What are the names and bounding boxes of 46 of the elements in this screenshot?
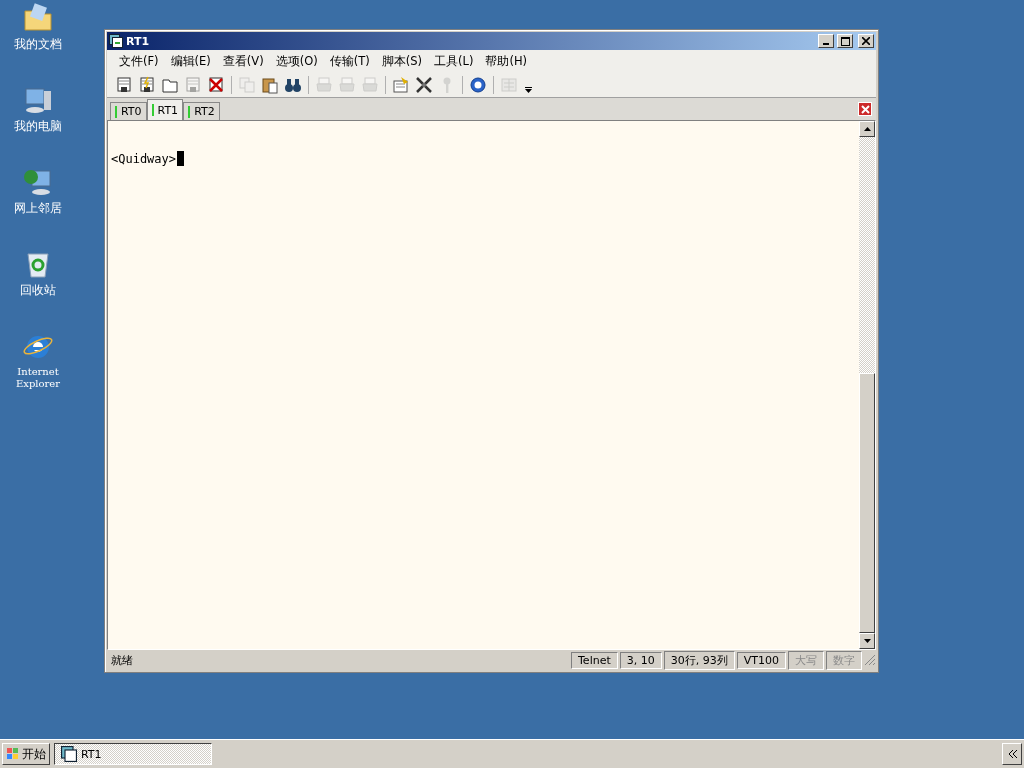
menu-item[interactable]: 编辑(E) (166, 53, 219, 69)
status-bar-text: 就绪 (110, 652, 134, 669)
status-bar-text: 3, 10 (619, 651, 662, 669)
scroll-up-arrow-icon[interactable] (863, 127, 871, 131)
menu-item[interactable]: 查看(V) (218, 53, 272, 69)
maximize-button[interactable] (837, 34, 853, 48)
desktop-icon-label[interactable]: Internet Explorer (8, 366, 68, 390)
session-tab[interactable]: RT0 (110, 102, 147, 120)
close-icon (862, 37, 870, 45)
status-bar-text: 数字 (826, 650, 862, 670)
text-cursor (177, 151, 185, 166)
menu-item[interactable]: 帮助(H) (481, 53, 535, 69)
expand-tray-button[interactable] (1002, 743, 1022, 765)
close-button[interactable] (858, 34, 874, 48)
status-bar-text: 大写 (788, 650, 824, 670)
status-bar-text: 30行, 93列 (663, 650, 735, 670)
desktop-icon-label[interactable]: 回收站 (20, 284, 56, 297)
menu-item[interactable]: 选项(O) (271, 53, 326, 69)
menu-item[interactable]: 传输(T) (325, 53, 378, 69)
terminal-prompt: <Quidway> (111, 151, 177, 166)
taskbar-button[interactable]: RT1 (54, 743, 212, 765)
start-button[interactable]: 开始 (2, 743, 50, 765)
terminal-screen[interactable]: <Quidway> (108, 121, 859, 649)
desktop-icon-label[interactable]: 我的电脑 (14, 120, 62, 133)
double-chevron-icon (1007, 750, 1017, 758)
minimize-button[interactable] (818, 34, 834, 48)
desktop-icon-label[interactable]: 我的文档 (14, 38, 62, 51)
maximize-icon (840, 36, 850, 46)
menu-item[interactable]: 脚本(S) (377, 53, 430, 69)
scroll-down-arrow-icon[interactable] (863, 639, 871, 643)
desktop-icon-label[interactable]: 网上邻居 (14, 202, 62, 215)
session-tab[interactable]: RT2 (183, 102, 220, 120)
folder-icon[interactable] (22, 2, 54, 34)
status-bar-text: VT100 (736, 651, 786, 669)
status-bar-text: Telnet (571, 651, 618, 669)
vertical-scrollbar[interactable] (859, 121, 875, 649)
terminal-window-icon (61, 746, 77, 762)
resize-grip-icon[interactable] (864, 654, 876, 666)
close-tab-button[interactable] (858, 102, 872, 116)
menu-item[interactable]: 工具(L) (430, 53, 482, 69)
session-tab[interactable]: RT1 (146, 99, 184, 120)
menu-item[interactable]: 文件(F) (115, 53, 167, 69)
windows-flag-icon (6, 747, 20, 761)
window-title: RT1 (126, 34, 150, 48)
terminal-window-icon (109, 34, 123, 48)
dropdown-arrow-icon[interactable] (525, 86, 532, 93)
